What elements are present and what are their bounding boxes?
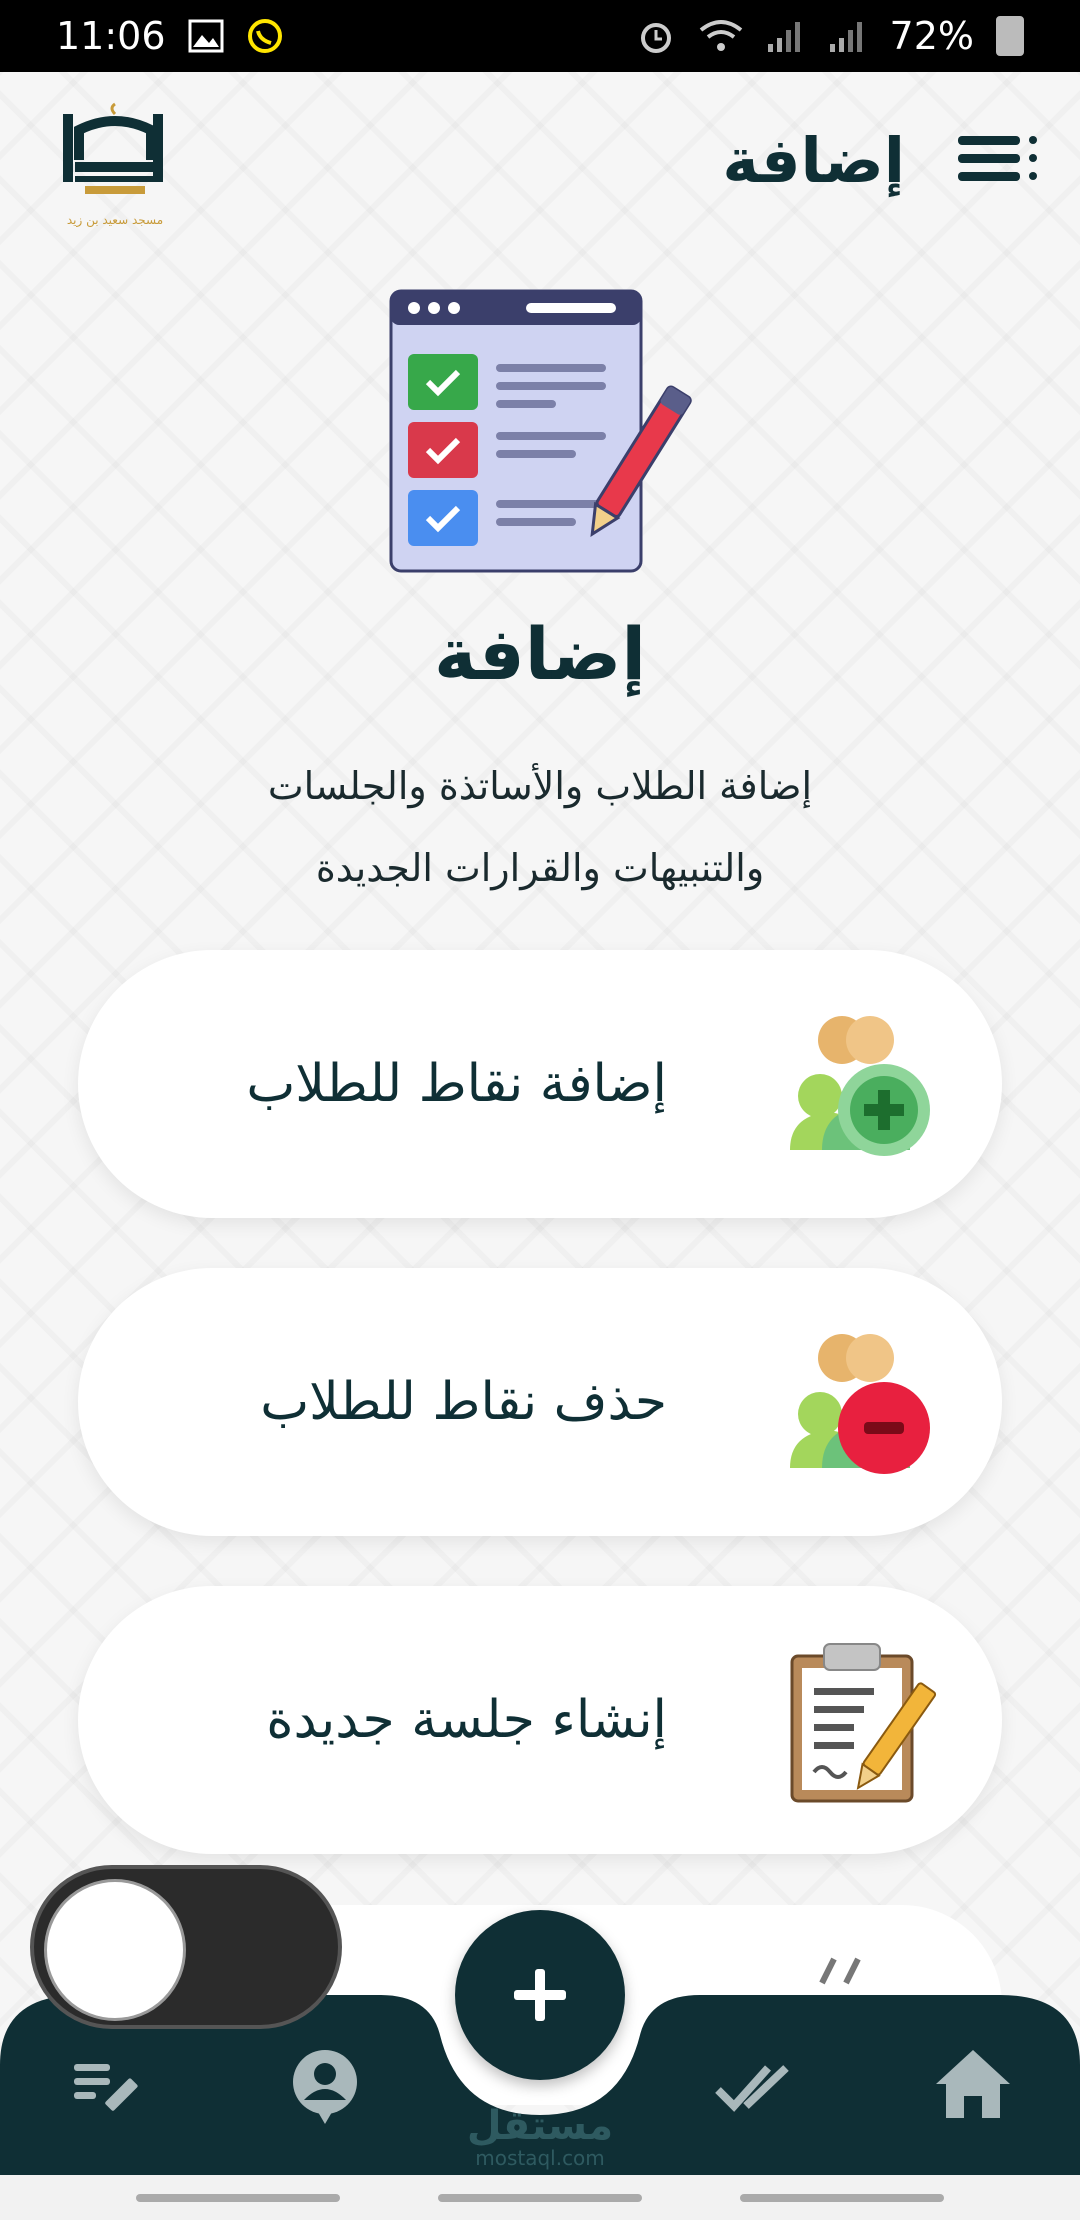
gallery-icon [188,19,224,53]
page-title: إضافة [433,612,647,696]
card-label: إنشاء جلسة جديدة [266,1690,667,1750]
remove-users-icon [790,1334,930,1474]
clipboard-edit-icon [790,1643,937,1803]
add-points-card[interactable]: إضافة نقاط للطلاب [78,950,1002,1218]
mosque-logo[interactable]: مسجد سعيد بن زيد [55,100,175,228]
card-label: إضافة نقاط للطلاب [246,1054,667,1114]
checklist-illustration [389,289,692,573]
add-users-icon [790,1016,930,1156]
card-label: حذف نقاط للطلاب [260,1372,667,1432]
system-nav-bar [0,2175,1080,2220]
header-title: إضافة [722,124,905,197]
profile-icon[interactable] [280,2040,370,2130]
battery-percent: 72% [889,14,974,58]
battery-icon [996,16,1024,56]
system-nav-segment[interactable] [438,2194,642,2202]
plus-icon [514,1969,566,2021]
description-line-2: والتنبيهات والقرارات الجديدة [315,846,765,890]
remove-points-card[interactable]: حذف نقاط للطلاب [78,1268,1002,1536]
system-nav-segment[interactable] [136,2194,340,2202]
wifi-icon [699,20,742,51]
menu-icon[interactable] [958,134,1040,184]
signal-icon-2 [829,22,862,52]
done-all-icon[interactable] [712,2040,802,2130]
home-icon[interactable] [928,2040,1018,2130]
logo-text: مسجد سعيد بن زيد [67,213,163,228]
status-time: 11:06 [56,14,166,58]
status-bar: 11:06 72% [0,0,1080,72]
system-nav-segment[interactable] [740,2194,944,2202]
floating-preview-bubble[interactable] [30,1865,342,2029]
notes-edit-icon[interactable] [60,2040,150,2130]
watermark-text: مستقل [466,2103,614,2149]
partial-card-icon [819,1957,861,1985]
watermark: مستقل mostaql.com [440,2104,640,2168]
add-fab-button[interactable] [455,1910,625,2080]
bubble-thumbnail [44,1879,186,2021]
app-header: مسجد سعيد بن زيد إضافة [0,72,1080,242]
watermark-sub: mostaql.com [475,2146,605,2170]
page-description: إضافة الطلاب والأساتذة والجلسات والتنبيه… [140,745,940,909]
alarm-icon [640,23,671,53]
signal-icon [767,22,800,52]
whatsapp-icon [247,19,282,53]
create-session-card[interactable]: إنشاء جلسة جديدة [78,1586,1002,1854]
description-line-1: إضافة الطلاب والأساتذة والجلسات [267,764,813,808]
